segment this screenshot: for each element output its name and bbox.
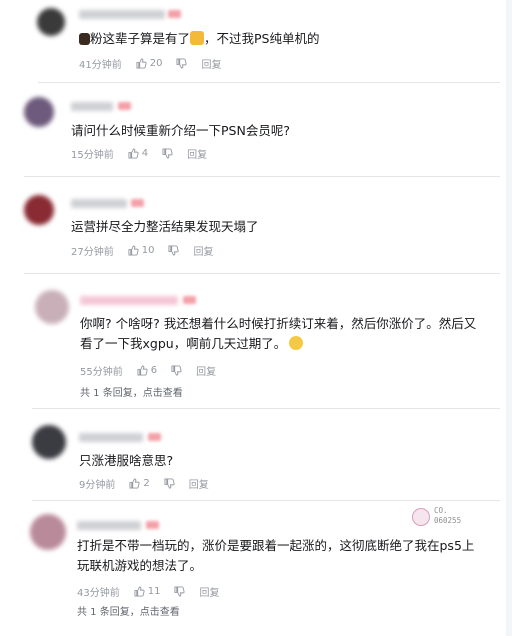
comment-text: 打折是不带一档玩的，涨价是要跟着一起涨的，这彻底断绝了我在ps5上 玩联机游戏的…: [77, 538, 475, 573]
comment-text: 请问什么时候重新介绍一下PSN会员呢?: [71, 123, 290, 138]
username[interactable]: [79, 433, 143, 442]
thumbs-down-icon: [174, 585, 186, 597]
watermark: CO. 060255: [412, 506, 472, 528]
username[interactable]: [71, 199, 127, 208]
username[interactable]: [80, 296, 178, 305]
username[interactable]: [77, 521, 141, 530]
timestamp: 27分钟前: [71, 246, 114, 258]
comment-text: 你啊? 个啥呀? 我还想着什么时候打折续订来着，然后你涨价了。然后又 看了一下我…: [80, 316, 477, 351]
like-button[interactable]: 2: [129, 477, 150, 489]
thumbs-down-icon: [168, 244, 180, 256]
divider: [24, 273, 500, 274]
divider: [32, 408, 500, 409]
timestamp: 43分钟前: [77, 587, 120, 599]
like-button[interactable]: 4: [128, 148, 148, 159]
scrollbar-track[interactable]: [506, 0, 512, 636]
timestamp: 41分钟前: [79, 59, 122, 71]
avatar[interactable]: [37, 8, 65, 36]
reply-button[interactable]: 回复: [201, 56, 221, 71]
comment-meta: 55分钟前 6 回复: [80, 363, 216, 378]
user-level-badge: [168, 10, 181, 18]
comment-meta: 27分钟前 10 回复: [71, 243, 213, 258]
comment-meta: 41分钟前 20 回复: [79, 56, 221, 71]
thumbs-down-icon: [162, 147, 173, 159]
like-count: 2: [143, 477, 150, 489]
dislike-button[interactable]: [174, 585, 186, 597]
comment-text: 粉这辈子算是有了 ，不过我PS纯单机的: [79, 29, 320, 49]
thumbs-up-emoji-icon: [190, 31, 205, 45]
like-count: 6: [150, 364, 158, 376]
watermark-logo-icon: [412, 508, 430, 526]
divider: [32, 500, 500, 501]
timestamp: 15分钟前: [71, 149, 114, 161]
avatar[interactable]: [24, 195, 54, 225]
dislike-button[interactable]: [176, 57, 188, 69]
thumbs-down-icon: [171, 364, 182, 376]
dislike-button[interactable]: [171, 364, 182, 376]
avatar[interactable]: [24, 97, 54, 127]
like-count: 11: [147, 585, 161, 597]
like-button[interactable]: 6: [137, 365, 157, 376]
divider: [38, 82, 500, 83]
user-level-badge: [148, 433, 161, 441]
thumbs-down-icon: [164, 477, 175, 489]
dislike-button[interactable]: [168, 244, 180, 256]
like-count: 4: [141, 147, 149, 159]
reply-button[interactable]: 回复: [189, 476, 209, 491]
avatar[interactable]: [32, 425, 66, 459]
like-count: 10: [141, 244, 155, 256]
like-count: 20: [149, 57, 163, 69]
thumbs-up-icon: [137, 364, 148, 376]
comment-text: 只涨港服啥意思?: [79, 453, 174, 468]
thumbs-up-icon: [129, 477, 140, 489]
reply-button[interactable]: 回复: [187, 146, 207, 161]
like-button[interactable]: 10: [128, 244, 155, 256]
avatar[interactable]: [35, 290, 69, 324]
comment-meta: 15分钟前 4 回复: [71, 146, 207, 161]
timestamp: 9分钟前: [79, 479, 116, 491]
avatar[interactable]: [30, 514, 66, 550]
like-button[interactable]: 11: [134, 585, 161, 597]
user-level-badge: [118, 102, 131, 110]
timestamp: 55分钟前: [80, 366, 123, 378]
thumbs-up-icon: [128, 147, 139, 159]
divider: [24, 176, 500, 177]
view-replies-link[interactable]: 共 1 条回复，点击查看: [80, 384, 183, 399]
username[interactable]: [79, 10, 165, 19]
user-level-badge: [131, 199, 144, 207]
user-level-badge: [183, 296, 196, 304]
dislike-button[interactable]: [162, 147, 173, 159]
lock-emoji-icon: [79, 33, 90, 45]
comment-text: 运营拼尽全力整活结果发现天塌了: [71, 219, 259, 234]
view-replies-link[interactable]: 共 1 条回复，点击查看: [77, 603, 180, 618]
like-button[interactable]: 20: [136, 57, 163, 69]
reply-button[interactable]: 回复: [199, 584, 219, 599]
username[interactable]: [71, 102, 113, 111]
comment-meta: 43分钟前 11 回复: [77, 584, 219, 599]
thumbs-up-icon: [134, 585, 145, 597]
reply-button[interactable]: 回复: [196, 363, 216, 378]
dislike-button[interactable]: [164, 477, 175, 489]
comment-meta: 9分钟前 2 回复: [79, 476, 209, 491]
thumbs-up-icon: [128, 244, 139, 256]
laughing-emoji-icon: [289, 336, 304, 350]
thumbs-down-icon: [176, 57, 188, 69]
user-level-badge: [146, 521, 159, 529]
thumbs-up-icon: [136, 57, 147, 69]
reply-button[interactable]: 回复: [193, 243, 213, 258]
